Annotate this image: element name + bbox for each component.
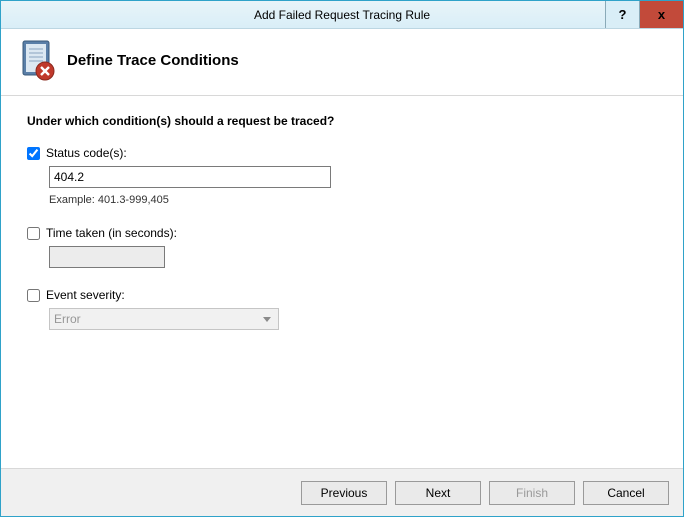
event-severity-label: Event severity: — [46, 288, 125, 302]
help-button[interactable]: ? — [605, 1, 639, 28]
close-button[interactable]: x — [639, 1, 683, 28]
wizard-header: Define Trace Conditions — [1, 29, 683, 96]
event-severity-checkbox[interactable] — [27, 289, 40, 302]
status-codes-section: Status code(s): Example: 401.3-999,405 — [27, 146, 657, 206]
event-severity-checkbox-row[interactable]: Event severity: — [27, 288, 657, 302]
time-taken-checkbox[interactable] — [27, 227, 40, 240]
previous-button[interactable]: Previous — [301, 481, 387, 505]
status-codes-label: Status code(s): — [46, 146, 127, 160]
event-severity-select: Error — [49, 308, 279, 330]
titlebar: Add Failed Request Tracing Rule ? x — [1, 1, 683, 29]
cancel-button[interactable]: Cancel — [583, 481, 669, 505]
finish-button: Finish — [489, 481, 575, 505]
event-severity-select-wrap: Error — [49, 308, 279, 330]
status-codes-input[interactable] — [49, 166, 331, 188]
window-title: Add Failed Request Tracing Rule — [1, 8, 683, 22]
titlebar-buttons: ? x — [605, 1, 683, 28]
event-severity-section: Event severity: Error — [27, 288, 657, 330]
time-taken-checkbox-row[interactable]: Time taken (in seconds): — [27, 226, 657, 240]
next-button[interactable]: Next — [395, 481, 481, 505]
time-taken-input — [49, 246, 165, 268]
time-taken-label: Time taken (in seconds): — [46, 226, 177, 240]
status-codes-example: Example: 401.3-999,405 — [49, 194, 657, 206]
notebook-error-icon — [17, 39, 55, 81]
prompt-text: Under which condition(s) should a reques… — [27, 114, 657, 128]
wizard-footer: Previous Next Finish Cancel — [1, 468, 683, 516]
wizard-content: Under which condition(s) should a reques… — [1, 96, 683, 360]
status-codes-checkbox[interactable] — [27, 147, 40, 160]
page-title: Define Trace Conditions — [67, 52, 239, 69]
status-codes-checkbox-row[interactable]: Status code(s): — [27, 146, 657, 160]
time-taken-section: Time taken (in seconds): — [27, 226, 657, 268]
